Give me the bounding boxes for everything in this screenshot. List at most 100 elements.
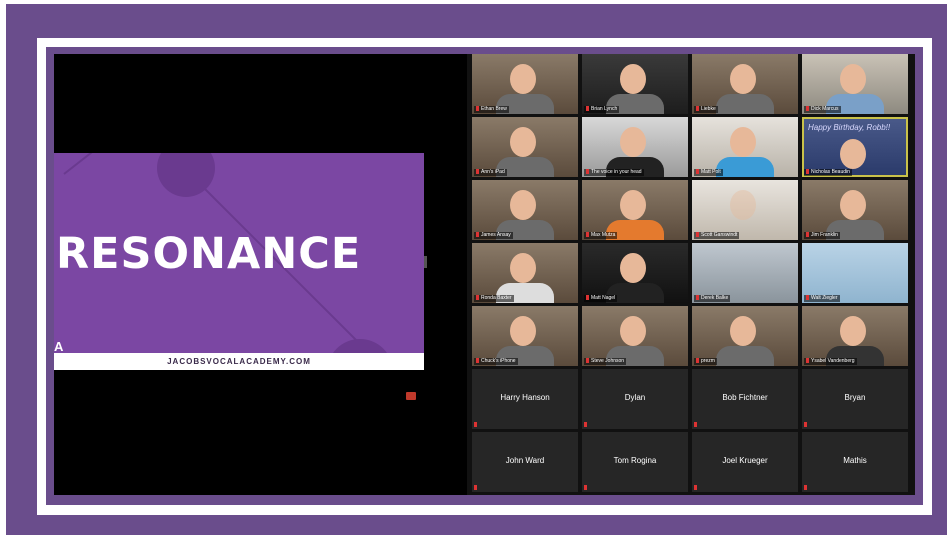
participant-tile[interactable]: Jim Franklin [802,180,908,240]
avatar [620,316,646,346]
participant-name: Mathis [843,456,867,465]
mic-muted-icon [696,358,699,364]
mic-muted-icon [694,485,697,490]
participant-tile[interactable]: The voice in your head [582,117,688,177]
mic-muted-icon [476,295,479,301]
participant-tile[interactable]: Derek Balke [692,243,798,303]
participant-name: James Ansay [474,232,513,239]
mic-muted-icon [476,169,479,175]
participant-name: Steve Johnson [584,358,627,365]
participant-name: Liebke [694,106,718,113]
participant-name: Chuck's iPhone [474,358,518,365]
participant-name: Bob Fichtner [722,393,768,402]
meeting-window: RESONANCE A JACOBSVOCALACADEMY.COM Ethan… [54,54,915,495]
participant-body [716,346,774,366]
shared-screen[interactable]: RESONANCE A JACOBSVOCALACADEMY.COM [54,54,467,495]
participant-name: Tom Rogina [613,456,657,465]
participant-name-text: Scott Ganswindt [701,232,738,238]
participant-tile-audio[interactable]: Tom Rogina [582,432,688,492]
participant-name: Walt Ziegler [804,295,840,302]
participant-name: John Ward [505,456,545,465]
mic-muted-icon [476,232,479,238]
participant-tile[interactable]: Ronda Baxter [472,243,578,303]
participant-tile[interactable]: Chuck's iPhone [472,306,578,366]
avatar [510,64,536,94]
mic-muted-icon [806,232,809,238]
participant-name: Bryan [844,393,866,402]
recording-icon [406,392,416,400]
mic-muted-icon [696,295,699,301]
mic-muted-icon [804,422,807,427]
participant-name: prezm [694,358,717,365]
participant-tile[interactable]: Matt Polt [692,117,798,177]
participant-tile-audio[interactable]: Joel Krueger [692,432,798,492]
participant-name-text: Liebke [701,106,716,112]
participant-name-text: Chuck's iPhone [481,358,516,364]
avatar [840,139,866,169]
participant-name-text: Matt Polt [701,169,721,175]
participant-tile[interactable]: prezm [692,306,798,366]
mic-muted-icon [696,232,699,238]
mic-muted-icon [586,232,589,238]
avatar [620,190,646,220]
participant-name: Brian Lynch [584,106,620,113]
mic-muted-icon [474,485,477,490]
mic-muted-icon [476,358,479,364]
participant-tile[interactable]: Steve Johnson [582,306,688,366]
participant-tile[interactable]: Ysabel Vandenberg [802,306,908,366]
participant-tile[interactable]: Scott Ganswindt [692,180,798,240]
mic-muted-icon [806,295,809,301]
participant-name-text: The voice in your head [591,169,642,175]
participant-name: Dick Marcus [804,106,841,113]
participant-tile[interactable]: Brian Lynch [582,54,688,114]
participant-tile[interactable]: Max Mutza [582,180,688,240]
participant-name-text: Ann's iPad [481,169,505,175]
participant-name: The voice in your head [584,169,644,176]
mic-muted-icon [586,169,589,175]
participant-tile-audio[interactable]: Bryan [802,369,908,429]
participant-name: Matt Nagel [584,295,618,302]
avatar [620,253,646,283]
participant-name: Nicholas Beaudin [804,169,852,176]
participant-name-text: Ethan Brew [481,106,507,112]
avatar [840,190,866,220]
participant-tile[interactable]: James Ansay [472,180,578,240]
participant-name-text: Ysabel Vandenberg [811,358,855,364]
participant-name-text: Brian Lynch [591,106,618,112]
participant-tile-audio[interactable]: Harry Hanson [472,369,578,429]
mic-muted-icon [584,422,587,427]
participant-name: Ann's iPad [474,169,507,176]
participant-name: Dylan [624,393,646,402]
participant-tile[interactable]: Matt Nagel [582,243,688,303]
avatar [840,316,866,346]
participant-tile-audio[interactable]: Bob Fichtner [692,369,798,429]
participant-tile-audio[interactable]: John Ward [472,432,578,492]
splitter-handle[interactable] [424,256,427,268]
avatar [510,316,536,346]
participant-name-text: Dick Marcus [811,106,839,112]
participant-name: Ronda Baxter [474,295,514,302]
participant-name: Ysabel Vandenberg [804,358,857,365]
avatar [620,64,646,94]
gallery-grid: Ethan Brew Brian Lynch Liebke Dick Marcu… [472,54,912,495]
participant-tile-audio[interactable]: Dylan [582,369,688,429]
participant-tile[interactable]: Ethan Brew [472,54,578,114]
participant-name-text: Max Mutza [591,232,616,238]
participant-tile-active-speaker[interactable]: Happy Birthday, Robb!! Nicholas Beaudin [802,117,908,177]
participant-tile[interactable]: Dick Marcus [802,54,908,114]
mic-muted-icon [806,106,809,112]
participant-tile[interactable]: Liebke [692,54,798,114]
mic-muted-icon [806,358,809,364]
participant-name: Ethan Brew [474,106,509,113]
participant-tile-audio[interactable]: Mathis [802,432,908,492]
participant-tile[interactable]: Walt Ziegler [802,243,908,303]
participant-name-text: Walt Ziegler [811,295,838,301]
participant-name-text: Matt Nagel [591,295,616,301]
participant-name-text: Jim Franklin [811,232,838,238]
participant-name: Derek Balke [694,295,731,302]
participant-name-text: Steve Johnson [591,358,625,364]
mic-muted-icon [804,485,807,490]
avatar [730,64,756,94]
participant-tile[interactable]: Ann's iPad [472,117,578,177]
avatar [510,253,536,283]
